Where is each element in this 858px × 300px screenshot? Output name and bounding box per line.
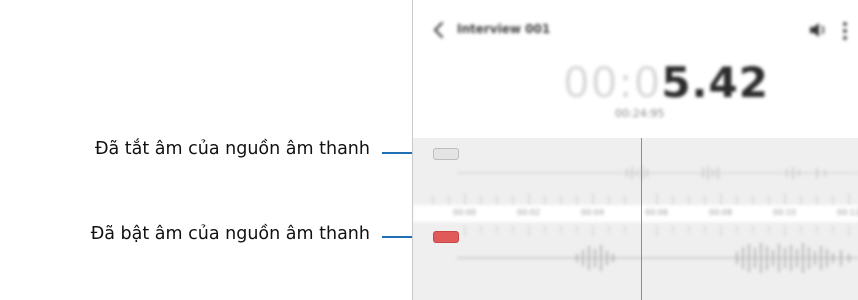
timeline-axis: 00:00 00:02 00:04 00:06 00:08 00:10 00:1…: [413, 205, 858, 222]
muted-source-toggle[interactable]: [433, 148, 459, 160]
timer-dim-part: 00:0: [563, 58, 662, 107]
timeline-tick-label: 00:04: [581, 208, 605, 217]
recording-title: Interview 001: [457, 22, 551, 36]
more-icon[interactable]: [841, 20, 849, 42]
total-duration: 00:24:95: [615, 107, 665, 120]
unmuted-source-callout-label: Đã bật âm của nguồn âm thanh: [90, 224, 370, 244]
timeline-tick-label: 00:06: [645, 208, 669, 217]
timeline-tick-label: 00:10: [773, 208, 797, 217]
timeline-tick-label: 00:00: [453, 208, 477, 217]
unmuted-track-waveform: [457, 243, 858, 273]
voice-recorder-screen: Interview 001 00:05.42 00:24:95 00:00 00…: [412, 0, 858, 300]
back-icon[interactable]: [427, 18, 451, 42]
playhead-line[interactable]: [641, 138, 642, 300]
muted-track-waveform: [457, 166, 858, 180]
timeline-tick-label: 00:02: [517, 208, 541, 217]
muted-source-callout-label: Đã tắt âm của nguồn âm thanh: [94, 139, 370, 159]
timer-bright-part: 5.42: [661, 58, 769, 107]
elapsed-timer: 00:05.42: [563, 58, 768, 108]
timeline-ticks-lower: [464, 226, 850, 236]
unmuted-source-toggle[interactable]: [433, 231, 459, 243]
audio-tracks-panel: 00:00 00:02 00:04 00:06 00:08 00:10 00:1…: [413, 138, 858, 300]
top-bar: Interview 001: [413, 16, 858, 46]
speaker-icon[interactable]: [808, 21, 828, 39]
timeline-tick-label: 00:12: [837, 208, 858, 217]
timeline-tick-label: 00:08: [709, 208, 733, 217]
